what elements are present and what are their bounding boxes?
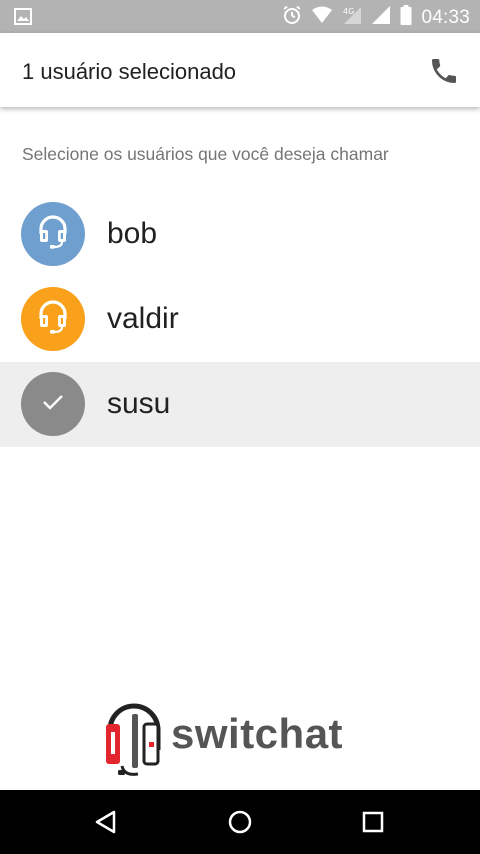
user-name: susu — [107, 387, 171, 420]
phone-icon — [428, 59, 460, 91]
battery-icon — [400, 5, 412, 30]
wifi-icon — [311, 6, 333, 29]
svg-text:4G: 4G — [343, 7, 354, 16]
logo-text: switchat — [171, 710, 344, 757]
switchat-logo: switchat — [100, 700, 370, 780]
home-button[interactable] — [224, 806, 256, 838]
back-icon — [90, 810, 122, 842]
headset-icon — [36, 214, 70, 255]
user-item-bob[interactable]: bob — [0, 192, 480, 277]
alarm-icon — [282, 5, 302, 30]
recent-apps-button[interactable] — [357, 806, 389, 838]
image-icon — [14, 8, 32, 29]
recent-apps-icon — [357, 811, 389, 842]
clock-time: 04:33 — [421, 6, 470, 28]
back-button[interactable] — [90, 806, 122, 838]
avatar — [21, 202, 85, 266]
home-icon — [224, 810, 256, 842]
check-icon — [40, 391, 66, 418]
signal-icon — [371, 5, 391, 30]
user-name: valdir — [107, 302, 179, 335]
app-bar: 1 usuário selecionado — [0, 33, 480, 107]
avatar — [21, 372, 85, 436]
call-button[interactable] — [428, 55, 460, 87]
headset-icon — [36, 299, 70, 340]
user-list: bob valdir susu — [0, 192, 480, 447]
signal-4g-icon: 4G — [342, 5, 362, 30]
user-item-susu[interactable]: susu — [0, 362, 480, 447]
user-item-valdir[interactable]: valdir — [0, 277, 480, 362]
avatar — [21, 287, 85, 351]
user-name: bob — [107, 217, 158, 250]
instruction-text: Selecione os usuários que você deseja ch… — [22, 144, 389, 164]
navigation-bar — [0, 790, 480, 854]
page-title: 1 usuário selecionado — [22, 59, 237, 84]
logo-headset-icon — [100, 700, 166, 785]
status-bar: 4G 04:33 — [0, 0, 480, 33]
